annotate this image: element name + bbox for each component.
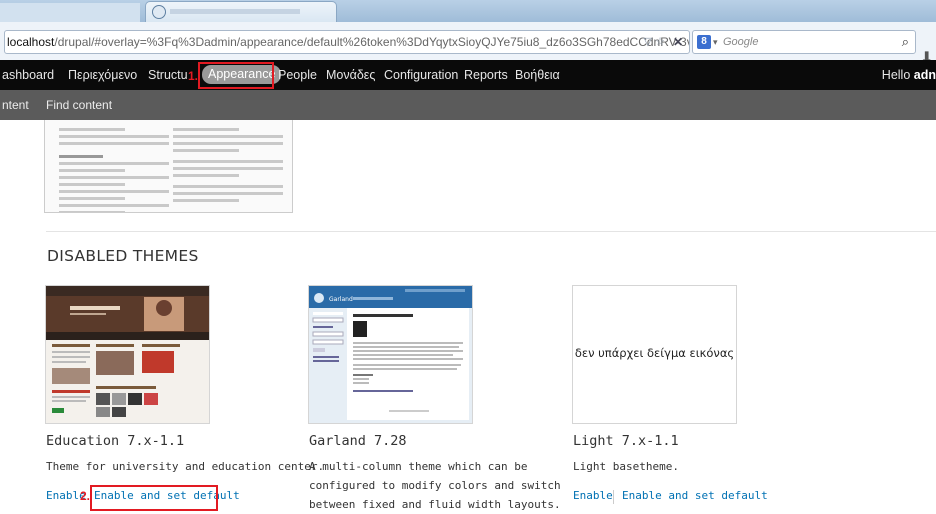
search-box[interactable]: 8 ▾ Google ⌕	[692, 30, 916, 54]
admin-toolbar: ashboard Περιεχόμενο Structu 1. Appearan…	[0, 60, 936, 90]
menu-help[interactable]: Βοήθεια	[515, 60, 560, 90]
menu-content[interactable]: Περιεχόμενο	[68, 60, 137, 90]
inactive-tab[interactable]	[0, 3, 140, 22]
education-theme-screenshot	[45, 285, 210, 424]
address-toolbar: localhost/drupal/#overlay=%3Fq%3Dadmin/a…	[0, 22, 936, 67]
education-preview-image	[46, 286, 209, 423]
stop-icon[interactable]: ✕	[673, 31, 683, 53]
hello-prefix: Hello	[881, 68, 914, 82]
globe-icon	[152, 5, 166, 19]
url-host: localhost	[7, 35, 55, 49]
garland-theme-description-line-3: between fixed and fluid width layouts.	[309, 498, 561, 511]
no-screenshot-text: δεν υπάρχει δείγμα εικόνας	[574, 346, 735, 360]
menu-dashboard[interactable]: ashboard	[2, 60, 54, 90]
url-path: /drupal/#overlay=%3Fq%3Dadmin/appearance…	[54, 35, 690, 49]
section-divider	[46, 231, 936, 232]
garland-theme-screenshot: Garland	[308, 285, 473, 424]
step-2-annotation: 2.	[80, 489, 91, 503]
garland-theme-name: Garland 7.28	[309, 433, 407, 449]
light-enable-link[interactable]: Enable	[573, 489, 613, 502]
bookmark-star-icon[interactable]: ▽ ☆	[644, 31, 665, 53]
menu-structure[interactable]: Structu	[148, 60, 188, 90]
tab-title	[170, 9, 300, 14]
menu-reports[interactable]: Reports	[464, 60, 508, 90]
menu-modules[interactable]: Μονάδες	[326, 60, 375, 90]
shortcuts-bar: ntent Find content	[0, 90, 936, 120]
search-placeholder: Google	[723, 36, 759, 48]
light-theme-screenshot: δεν υπάρχει δείγμα εικόνας	[572, 285, 737, 424]
step-1-annotation: 1.	[188, 69, 199, 83]
dropdown-arrow-icon[interactable]: ▾	[713, 31, 718, 53]
username: adn	[913, 68, 936, 82]
garland-theme-description-line-1: A multi-column theme which can be	[309, 460, 528, 473]
shortcut-add-content[interactable]: ntent	[2, 90, 29, 120]
active-tab[interactable]	[145, 1, 337, 22]
screenshot-right-column	[173, 124, 283, 206]
appearance-highlight-box	[198, 62, 274, 89]
garland-theme-description-line-2: configured to modify colors and switch	[309, 479, 561, 492]
hello-user[interactable]: Hello adn	[882, 60, 936, 90]
url-field[interactable]: localhost/drupal/#overlay=%3Fq%3Dadmin/a…	[4, 30, 690, 54]
light-theme-description: Light basetheme.	[573, 460, 679, 473]
light-theme-name: Light 7.x-1.1	[573, 433, 679, 449]
garland-shot-header: Garland	[329, 296, 353, 303]
education-theme-description: Theme for university and education cente…	[46, 460, 325, 473]
garland-preview-image: Garland	[309, 286, 472, 423]
browser-tab-strip	[0, 0, 936, 22]
education-theme-name: Education 7.x-1.1	[46, 433, 185, 449]
enabled-theme-screenshot	[44, 120, 293, 213]
search-engine-icon[interactable]: 8	[697, 35, 711, 49]
disabled-themes-heading: DISABLED THEMES	[47, 247, 199, 265]
link-separator	[613, 490, 614, 504]
search-icon[interactable]: ⌕	[902, 31, 909, 53]
menu-configuration[interactable]: Configuration	[384, 60, 458, 90]
light-enable-default-link[interactable]: Enable and set default	[622, 489, 768, 502]
menu-people[interactable]: People	[278, 60, 317, 90]
shortcut-find-content[interactable]: Find content	[46, 90, 112, 120]
enable-default-highlight-box	[90, 485, 218, 511]
screenshot-left-column	[59, 124, 169, 212]
